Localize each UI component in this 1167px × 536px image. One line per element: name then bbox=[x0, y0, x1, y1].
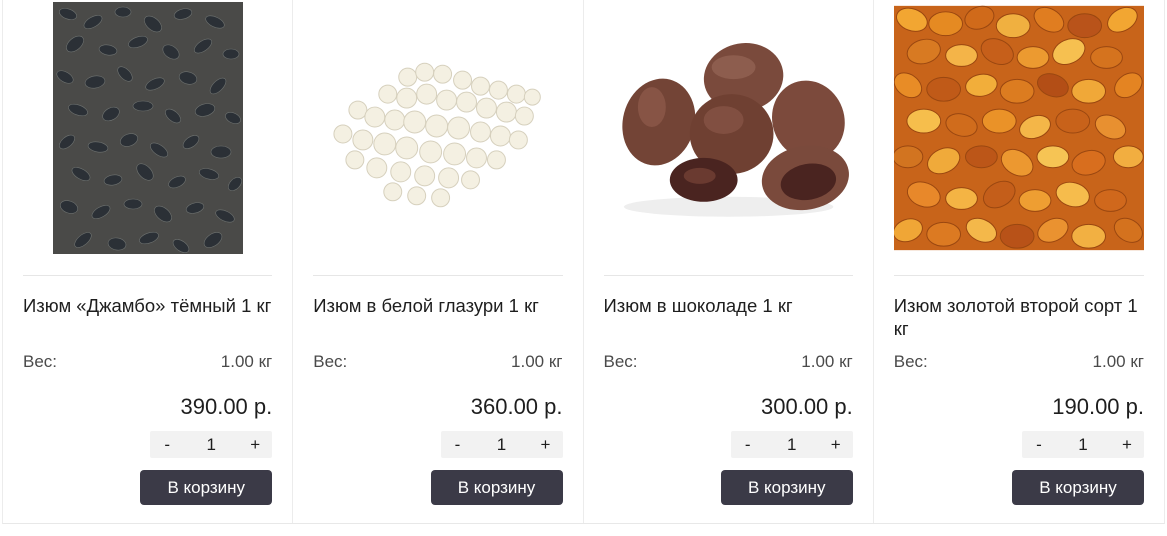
product-price: 360.00 р. bbox=[470, 394, 563, 419]
add-to-cart-button[interactable]: В корзину bbox=[430, 470, 563, 505]
product-card: Изюм золотой второй сорт 1 кг Вес: 1.00 … bbox=[874, 0, 1164, 523]
quantity-input[interactable] bbox=[481, 434, 522, 455]
add-to-cart-button[interactable]: В корзину bbox=[140, 470, 273, 505]
product-title[interactable]: Изюм золотой второй сорт 1 кг bbox=[894, 294, 1146, 340]
divider bbox=[893, 275, 1144, 276]
product-title[interactable]: Изюм «Джамбо» тёмный 1 кг bbox=[23, 294, 274, 317]
weight-value: 1.00 кг bbox=[511, 352, 563, 371]
weight-label: Вес: bbox=[603, 352, 638, 371]
dark-raisins-image bbox=[52, 2, 243, 254]
decrease-quantity-button[interactable]: - bbox=[731, 435, 765, 455]
weight-value: 1.00 кг bbox=[1092, 352, 1144, 371]
chocolate-raisins-image bbox=[603, 2, 853, 254]
product-card: Изюм в белой глазури 1 кг Вес: 1.00 кг 3… bbox=[293, 0, 584, 523]
add-to-cart-button[interactable]: В корзину bbox=[720, 470, 853, 505]
decrease-quantity-button[interactable]: - bbox=[150, 435, 184, 455]
product-image-link[interactable] bbox=[603, 2, 853, 254]
product-price: 300.00 р. bbox=[761, 394, 853, 419]
quantity-stepper: - + bbox=[440, 431, 563, 458]
quantity-input[interactable] bbox=[191, 434, 232, 455]
weight-label: Вес: bbox=[313, 352, 348, 371]
quantity-stepper: - + bbox=[150, 431, 273, 458]
weight-value: 1.00 кг bbox=[801, 352, 853, 371]
increase-quantity-button[interactable]: + bbox=[819, 435, 853, 455]
weight-row: Вес: 1.00 кг bbox=[23, 352, 272, 372]
weight-value: 1.00 кг bbox=[220, 352, 273, 371]
product-image-link[interactable] bbox=[23, 2, 272, 254]
quantity-input[interactable] bbox=[1063, 434, 1103, 455]
product-grid: Изюм «Джамбо» тёмный 1 кг Вес: 1.00 кг 3… bbox=[2, 0, 1165, 524]
product-image-link[interactable] bbox=[313, 2, 563, 254]
decrease-quantity-button[interactable]: - bbox=[441, 435, 475, 455]
golden-raisins-image bbox=[893, 5, 1144, 251]
divider bbox=[603, 275, 853, 276]
weight-label: Вес: bbox=[893, 352, 928, 371]
decrease-quantity-button[interactable]: - bbox=[1022, 435, 1056, 455]
product-card: Изюм в шоколаде 1 кг Вес: 1.00 кг 300.00… bbox=[584, 0, 874, 523]
weight-row: Вес: 1.00 кг bbox=[313, 352, 562, 372]
product-price: 390.00 р. bbox=[180, 394, 273, 419]
weight-label: Вес: bbox=[23, 352, 58, 371]
quantity-stepper: - + bbox=[730, 431, 853, 458]
increase-quantity-button[interactable]: + bbox=[529, 435, 563, 455]
quantity-input[interactable] bbox=[771, 434, 812, 455]
divider bbox=[313, 275, 563, 276]
product-image-link[interactable] bbox=[893, 2, 1144, 254]
product-card: Изюм «Джамбо» тёмный 1 кг Вес: 1.00 кг 3… bbox=[3, 0, 294, 523]
product-title[interactable]: Изюм в белой глазури 1 кг bbox=[313, 294, 564, 317]
quantity-stepper: - + bbox=[1022, 431, 1144, 458]
weight-row: Вес: 1.00 кг bbox=[894, 352, 1144, 372]
add-to-cart-button[interactable]: В корзину bbox=[1012, 470, 1144, 505]
product-title[interactable]: Изюм в шоколаде 1 кг bbox=[604, 294, 855, 317]
increase-quantity-button[interactable]: + bbox=[238, 435, 272, 455]
weight-row: Вес: 1.00 кг bbox=[604, 352, 853, 372]
product-price: 190.00 р. bbox=[1052, 394, 1144, 419]
white-glazed-raisins-image bbox=[313, 2, 563, 254]
divider bbox=[23, 275, 273, 276]
increase-quantity-button[interactable]: + bbox=[1110, 435, 1144, 455]
